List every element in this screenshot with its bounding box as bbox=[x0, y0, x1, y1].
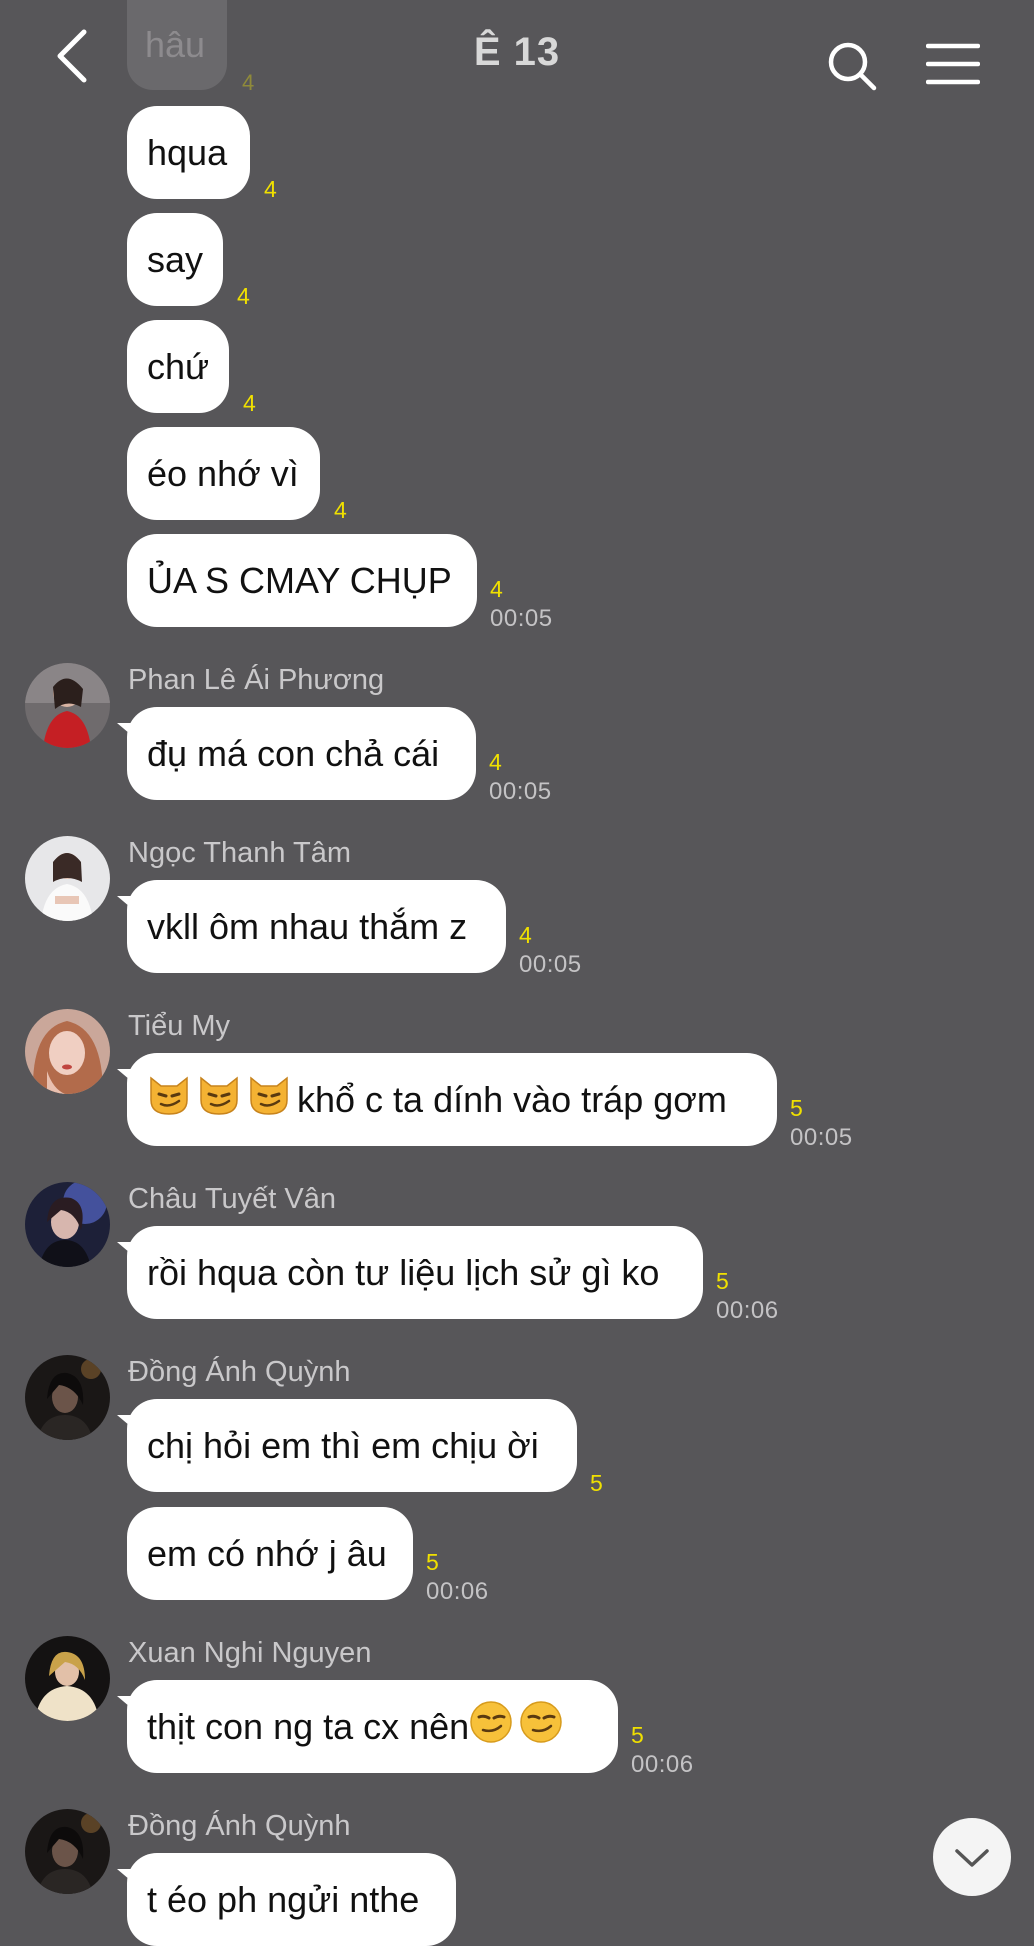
avatar-photo bbox=[25, 1636, 110, 1721]
sender-name: Đồng Ánh Quỳnh bbox=[128, 1356, 351, 1388]
avatar[interactable] bbox=[25, 1636, 110, 1721]
avatar-photo bbox=[25, 1809, 110, 1894]
avatar-photo bbox=[25, 663, 110, 748]
scroll-to-bottom-button[interactable] bbox=[933, 1818, 1011, 1896]
search-button[interactable] bbox=[826, 40, 878, 92]
timestamp: 00:05 bbox=[519, 951, 582, 978]
message-text: éo nhớ vì bbox=[147, 452, 299, 494]
message-text: vkll ôm nhau thắm z bbox=[147, 905, 468, 947]
avatar-photo bbox=[25, 1009, 110, 1094]
read-count: 5 bbox=[790, 1095, 803, 1121]
search-icon bbox=[828, 42, 877, 91]
timestamp: 00:06 bbox=[716, 1297, 779, 1324]
chat-header: Ê 13 bbox=[0, 0, 1034, 110]
message-text: rồi hqua còn tư liệu lịch sử gì ko bbox=[147, 1251, 660, 1293]
chevron-down-icon bbox=[955, 1849, 989, 1867]
sender-name: Tiểu My bbox=[128, 1010, 231, 1042]
message-bubble[interactable]: say bbox=[127, 213, 223, 306]
chat-title: Ê 13 bbox=[473, 30, 561, 74]
smirking-face-emoji bbox=[469, 1700, 513, 1753]
message-bubble[interactable]: khổ c ta dính vào tráp gơm bbox=[127, 1053, 777, 1146]
message-text: t éo ph ngửi nthe bbox=[147, 1878, 420, 1920]
message-bubble[interactable]: éo nhớ vì bbox=[127, 427, 320, 520]
timestamp: 00:05 bbox=[489, 778, 552, 805]
message-text: chị hỏi em thì em chịu ời bbox=[147, 1424, 539, 1466]
read-count: 5 bbox=[631, 1722, 644, 1748]
message-bubble[interactable]: rồi hqua còn tư liệu lịch sử gì ko bbox=[127, 1226, 703, 1319]
avatar[interactable] bbox=[25, 1809, 110, 1894]
smirking-cat-emoji bbox=[247, 1074, 291, 1125]
sender-name: Đồng Ánh Quỳnh bbox=[128, 1810, 351, 1842]
avatar[interactable] bbox=[25, 663, 110, 748]
read-count: 4 bbox=[490, 576, 503, 602]
read-count: 4 bbox=[489, 749, 502, 775]
timestamp: 00:06 bbox=[426, 1578, 489, 1605]
message-text: chứ bbox=[147, 345, 210, 387]
read-count: 5 bbox=[590, 1470, 603, 1496]
message-bubble[interactable]: chị hỏi em thì em chịu ời bbox=[127, 1399, 577, 1492]
menu-button[interactable] bbox=[925, 42, 981, 86]
read-count: 4 bbox=[264, 176, 277, 202]
read-count: 5 bbox=[426, 1549, 439, 1575]
read-count: 4 bbox=[237, 283, 250, 309]
avatar-photo bbox=[25, 1182, 110, 1267]
sender-name: Xuan Nghi Nguyen bbox=[128, 1637, 372, 1669]
hamburger-menu-icon bbox=[925, 43, 981, 85]
read-count: 4 bbox=[519, 922, 532, 948]
smirking-cat-emoji bbox=[147, 1074, 191, 1125]
message-text: em có nhớ j âu bbox=[147, 1532, 387, 1574]
message-bubble[interactable]: t éo ph ngửi nthe bbox=[127, 1853, 456, 1946]
message-bubble[interactable]: đụ má con chả cái bbox=[127, 707, 476, 800]
message-text: ỦA S CMAY CHỤP bbox=[147, 559, 452, 601]
timestamp: 00:06 bbox=[631, 1751, 694, 1778]
message-text: đụ má con chả cái bbox=[147, 732, 440, 774]
avatar[interactable] bbox=[25, 1009, 110, 1094]
avatar-photo bbox=[25, 1355, 110, 1440]
smirking-cat-emoji bbox=[197, 1074, 241, 1125]
message-bubble[interactable]: hqua bbox=[127, 106, 250, 199]
avatar-photo bbox=[25, 836, 110, 921]
chat-area[interactable]: hâu 4 hqua 4 say 4 chứ 4 éo nhớ vì 4 ỦA … bbox=[0, 0, 1034, 1946]
smirking-face-emoji bbox=[519, 1700, 563, 1753]
message-bubble[interactable]: chứ bbox=[127, 320, 229, 413]
sender-name: Phan Lê Ái Phương bbox=[128, 664, 385, 696]
timestamp: 00:05 bbox=[790, 1124, 853, 1151]
avatar[interactable] bbox=[25, 1355, 110, 1440]
sender-name: Ngọc Thanh Tâm bbox=[128, 837, 351, 869]
avatar[interactable] bbox=[25, 1182, 110, 1267]
message-text: khổ c ta dính vào tráp gơm bbox=[297, 1078, 727, 1120]
message-text: thịt con ng ta cx nên bbox=[147, 1705, 470, 1747]
read-count: 5 bbox=[716, 1268, 729, 1294]
message-text: say bbox=[147, 238, 204, 280]
message-bubble[interactable]: ỦA S CMAY CHỤP bbox=[127, 534, 477, 627]
message-bubble[interactable]: em có nhớ j âu bbox=[127, 1507, 413, 1600]
message-text: hqua bbox=[147, 131, 228, 173]
read-count: 4 bbox=[334, 497, 347, 523]
timestamp: 00:05 bbox=[490, 605, 553, 632]
message-bubble[interactable]: thịt con ng ta cx nên bbox=[127, 1680, 618, 1773]
message-bubble[interactable]: vkll ôm nhau thắm z bbox=[127, 880, 506, 973]
read-count: 4 bbox=[243, 390, 256, 416]
avatar[interactable] bbox=[25, 836, 110, 921]
sender-name: Châu Tuyết Vân bbox=[128, 1183, 336, 1215]
